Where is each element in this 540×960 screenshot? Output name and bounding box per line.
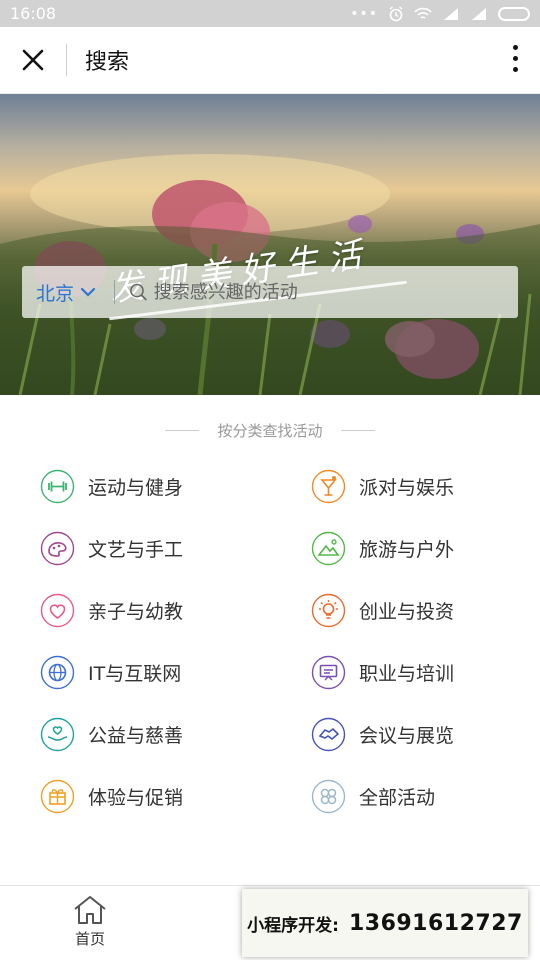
handshake-icon	[311, 717, 346, 752]
category-label: 全部活动	[359, 787, 436, 809]
category-label: 职业与培训	[359, 663, 455, 685]
city-selector[interactable]: 北京	[22, 279, 96, 306]
signal-icon-2	[472, 7, 486, 20]
nav-divider	[66, 44, 67, 76]
category-label: 会议与展览	[359, 725, 455, 747]
city-label: 北京	[36, 282, 75, 305]
category-all-activities[interactable]: 全部活动	[270, 779, 540, 814]
presentation-icon	[311, 655, 346, 690]
category-section-header: 按分类查找活动	[0, 395, 540, 465]
notification-dots: •••	[350, 5, 378, 22]
category-career-training[interactable]: 职业与培训	[270, 655, 540, 690]
category-parenting-education[interactable]: 亲子与幼教	[0, 593, 270, 628]
more-dot	[513, 56, 518, 61]
category-label: 亲子与幼教	[88, 601, 184, 623]
chevron-down-icon	[80, 287, 96, 297]
search-icon	[130, 283, 147, 301]
tab-home-label: 首页	[74, 930, 105, 948]
status-bar: 16:08 •••	[0, 0, 540, 27]
charity-hands-icon	[40, 717, 75, 752]
cocktail-icon	[311, 469, 346, 504]
category-label: 文艺与手工	[88, 539, 184, 561]
section-title: 按分类查找活动	[217, 421, 323, 440]
signal-icon	[444, 7, 458, 20]
status-icons: •••	[350, 6, 530, 22]
lightbulb-icon	[311, 593, 346, 628]
promo-label: 小程序开发:	[247, 915, 339, 936]
clover-icon	[311, 779, 346, 814]
heart-icon	[40, 593, 75, 628]
category-grid: 运动与健身 派对与娱乐 文艺与手工 旅游与户外 亲子与幼教 创业与投资 IT与互…	[0, 465, 540, 814]
category-label: IT与互联网	[88, 663, 182, 685]
dumbbell-icon	[40, 469, 75, 504]
category-it-internet[interactable]: IT与互联网	[0, 655, 270, 690]
divider-line	[165, 429, 200, 431]
home-icon	[74, 896, 106, 924]
palette-icon	[40, 531, 75, 566]
mountain-icon	[311, 531, 346, 566]
promo-phone-number: 13691612727	[348, 910, 523, 936]
close-icon	[22, 49, 44, 71]
globe-icon	[40, 655, 75, 690]
category-art-craft[interactable]: 文艺与手工	[0, 531, 270, 566]
page-title: 搜索	[85, 50, 130, 75]
category-label: 旅游与户外	[359, 539, 455, 561]
battery-icon	[498, 6, 530, 21]
close-button[interactable]	[0, 27, 66, 93]
category-experience-promotion[interactable]: 体验与促销	[0, 779, 270, 814]
search-divider	[114, 280, 116, 304]
alarm-icon	[389, 5, 403, 21]
category-label: 体验与促销	[88, 787, 184, 809]
category-label: 公益与慈善	[88, 725, 184, 747]
promo-banner: 小程序开发: 13691612727	[242, 889, 528, 957]
category-charity[interactable]: 公益与慈善	[0, 717, 270, 752]
more-dot	[513, 45, 518, 50]
search-bar: 北京	[22, 266, 518, 318]
category-travel-outdoor[interactable]: 旅游与户外	[270, 531, 540, 566]
more-dot	[513, 67, 518, 72]
wifi-icon	[414, 7, 432, 19]
category-startup-investment[interactable]: 创业与投资	[270, 593, 540, 628]
category-party-entertainment[interactable]: 派对与娱乐	[270, 469, 540, 504]
tab-home[interactable]: 首页	[64, 894, 116, 949]
nav-bar: 搜索	[0, 27, 540, 94]
more-menu-button[interactable]	[513, 45, 518, 72]
category-conference-exhibition[interactable]: 会议与展览	[270, 717, 540, 752]
hero-banner: 发现美好生活 北京	[0, 94, 540, 395]
divider-line	[340, 429, 375, 431]
category-sports-fitness[interactable]: 运动与健身	[0, 469, 270, 504]
category-label: 派对与娱乐	[359, 477, 455, 499]
status-time: 16:08	[10, 4, 57, 23]
search-input[interactable]	[153, 281, 518, 303]
search-field[interactable]	[129, 281, 518, 303]
category-label: 运动与健身	[88, 477, 184, 499]
gift-icon	[40, 779, 75, 814]
category-label: 创业与投资	[359, 601, 455, 623]
